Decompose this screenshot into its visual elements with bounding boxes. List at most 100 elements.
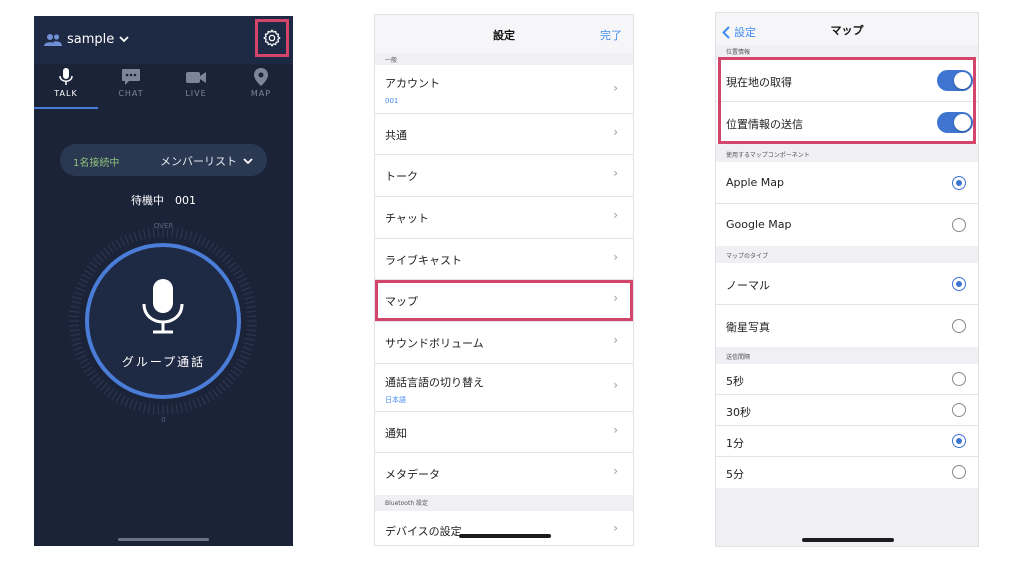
tab-chat[interactable]: CHAT (99, 68, 163, 98)
radio-button[interactable] (952, 176, 966, 190)
settings-item-common[interactable]: 共通 › (375, 114, 633, 155)
dial-tick (244, 296, 254, 300)
radio-button[interactable] (952, 372, 966, 386)
settings-navbar: 設定 完了 (375, 15, 633, 53)
item-label: チャット (385, 212, 429, 225)
dial-tick (157, 227, 160, 238)
component-list: Apple Map Google Map (716, 162, 978, 246)
dial-tick (73, 346, 84, 351)
section-header-component: 使用するマップコンポーネント (726, 152, 810, 159)
dial-tick (175, 403, 179, 414)
done-button[interactable]: 完了 (600, 27, 622, 43)
settings-item-metadata[interactable]: メタデータ › (375, 453, 633, 495)
dial-tick (69, 324, 80, 327)
dial-tick (208, 241, 215, 251)
settings-item-sound-volume[interactable]: サウンドボリューム › (375, 322, 633, 364)
settings-item-account[interactable]: アカウント 001 › (375, 65, 633, 114)
dial-tick (244, 342, 254, 346)
dial-tick (115, 393, 122, 403)
settings-item-notification[interactable]: 通知 › (375, 412, 633, 453)
dial-tick (89, 261, 99, 269)
video-camera-icon (186, 72, 206, 83)
dial-tick (111, 241, 118, 251)
dial-tick (152, 227, 155, 238)
radio-row-30s[interactable]: 30秒 (716, 395, 978, 426)
radio-row-1min[interactable]: 1分 (716, 426, 978, 457)
chevron-right-icon: › (613, 464, 618, 478)
talk-screen: sample TALK CHAT LIVE MAP 1名接続中 メンバーリスト … (34, 16, 293, 546)
dial-tick (184, 230, 188, 240)
item-sub: 日本語 (385, 396, 406, 404)
settings-item-chat[interactable]: チャット › (375, 197, 633, 239)
radio-button[interactable] (952, 403, 966, 417)
tab-map[interactable]: MAP (229, 68, 293, 98)
chevron-down-icon (243, 157, 253, 164)
settings-item-talk[interactable]: トーク › (375, 155, 633, 197)
dial-tick (152, 404, 155, 415)
dial-tick (242, 291, 253, 296)
member-list-button[interactable]: メンバーリスト (160, 153, 253, 169)
settings-item-call-language[interactable]: 通話言語の切り替え 日本語 › (375, 364, 633, 412)
item-label: アカウント (385, 77, 440, 90)
dial-tick (147, 403, 151, 414)
chevron-right-icon: › (613, 250, 618, 264)
group-selector[interactable]: sample (44, 32, 129, 47)
dial-tick (179, 228, 184, 239)
dial-tick (92, 376, 101, 385)
dial-tick (222, 254, 230, 262)
dial-tick (241, 286, 251, 292)
radio-button[interactable] (952, 434, 966, 448)
dial-tick (171, 404, 174, 415)
radio-button[interactable] (952, 465, 966, 479)
dial-tick (196, 397, 202, 408)
dial-tick (166, 227, 169, 238)
settings-item-device[interactable]: デバイスの設定 › (375, 511, 633, 545)
radio-row-normal[interactable]: ノーマル (716, 263, 978, 305)
dial-tick (86, 265, 96, 273)
talk-header: sample (34, 16, 293, 64)
dial-tick (81, 273, 91, 280)
home-indicator (802, 538, 894, 542)
radio-row-apple-map[interactable]: Apple Map (716, 162, 978, 204)
radio-row-5min[interactable]: 5分 (716, 457, 978, 488)
tab-talk[interactable]: TALK (34, 68, 98, 98)
item-label: 通知 (385, 427, 407, 440)
dial-tick (99, 250, 108, 259)
dial-tick (239, 282, 250, 288)
highlight-box-location (718, 57, 976, 144)
radio-row-satellite[interactable]: 衛星写真 (716, 305, 978, 347)
radio-button[interactable] (952, 319, 966, 333)
dial-tick (166, 404, 169, 415)
tab-label: LIVE (185, 89, 207, 98)
item-label: 衛星写真 (726, 321, 770, 334)
dial-tick (179, 403, 184, 414)
radio-button[interactable] (952, 218, 966, 232)
dial-tick (133, 400, 138, 411)
settings-button[interactable] (255, 19, 289, 57)
dial-tick (83, 269, 93, 276)
dial-tick (188, 231, 193, 242)
interval-list: 5秒 30秒 1分 5分 (716, 364, 978, 488)
settings-item-livecast[interactable]: ライブキャスト › (375, 239, 633, 280)
microphone-icon (59, 68, 73, 85)
chevron-down-icon (119, 36, 129, 43)
talk-tabbar: TALK CHAT LIVE MAP (34, 68, 293, 110)
dial-tick (107, 388, 115, 398)
dial-tick (128, 233, 134, 243)
section-header-interval: 送信間隔 (726, 354, 751, 361)
dial-tick (99, 383, 108, 392)
radio-button[interactable] (952, 277, 966, 291)
group-icon (44, 34, 62, 46)
tab-live[interactable]: LIVE (164, 68, 228, 98)
radio-row-5s[interactable]: 5秒 (716, 364, 978, 395)
active-tab-indicator (34, 107, 98, 109)
item-label: メタデータ (385, 468, 440, 481)
dial-tick (124, 397, 130, 408)
chevron-right-icon: › (613, 521, 618, 535)
tab-label: MAP (250, 89, 272, 98)
radio-row-google-map[interactable]: Google Map (716, 204, 978, 246)
dial-tick (218, 250, 227, 259)
dial-tick (235, 273, 245, 280)
dial-tick (208, 391, 215, 401)
chevron-right-icon: › (613, 333, 618, 347)
